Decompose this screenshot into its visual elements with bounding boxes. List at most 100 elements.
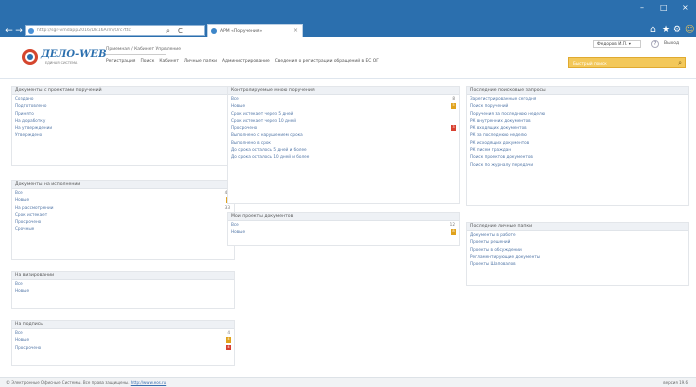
panel-signing: На подпись Все 4 Новые 4 Просрочено 4 [11,320,235,366]
reload-icon[interactable]: C [178,27,183,35]
panel-title: Последние поисковые запросы [467,87,688,95]
list-item[interactable]: Срок истекает через 10 дней [228,117,459,124]
list-item[interactable]: Регламентирующие документы [467,253,688,260]
list-item[interactable]: Принято [12,110,234,117]
list-item[interactable]: Проекты решений [467,238,688,245]
list-item[interactable]: Поручения за последнюю неделю [467,110,688,117]
list-item[interactable]: Выполнено в срок [228,139,459,146]
forward-icon[interactable]: → [14,26,24,36]
list-item[interactable]: Новые 5 [228,102,459,109]
close-window-icon[interactable]: × [682,3,689,13]
list-item[interactable]: До срока осталось 5 дней и более [228,146,459,153]
panel-title: Документы с проектами поручений [12,87,234,95]
list-item[interactable]: Поиск проектов документов [467,153,688,160]
menu-item-personal-folders[interactable]: Личные папки [184,59,217,67]
list-item[interactable]: Создано [12,95,234,102]
panel-personal-folders: Последние личные папки Документы в работ… [466,222,689,286]
main-menu: Регистрация Поиск Кабинет Личные папки А… [106,59,379,67]
site-icon [28,28,34,34]
list-item[interactable]: Просрочено 3 [228,124,459,131]
app-logo: ДЕЛО-WEB [41,49,107,60]
workplace-label[interactable]: Приемная / Кабинет Упрвление [106,47,181,55]
maximize-icon[interactable]: □ [660,3,668,13]
list-item[interactable]: РК исходящих документов [467,139,688,146]
list-item[interactable]: На доработку [12,117,234,124]
list-item[interactable]: Все 4 [12,329,234,336]
count-badge: 3 [451,125,456,131]
list-item[interactable]: Все44 [12,189,234,196]
list-item[interactable]: Новые11 [12,196,234,203]
list-item[interactable]: Новые [12,287,234,294]
count-badge: 5 [451,103,456,109]
list-item[interactable]: Документы в работе [467,231,688,238]
panel-approval: На визировании Все Новые [11,271,235,309]
list-item[interactable]: Проекты в обсуждении [467,246,688,253]
app-logo-subtitle: ЕДИНАЯ СИСТЕМА [45,61,78,65]
list-item[interactable]: Подготовлено [12,102,234,109]
logo-icon [22,49,38,65]
list-item[interactable]: Выполнено с нарушением срока [228,131,459,138]
browser-chrome: ← → http://sgr-vmdapp2016/Dk16Arm/Orc?tt… [0,0,696,37]
panel-projects: Мои проекты документов Все 12 Новые 8 [227,212,460,246]
list-item[interactable]: Срочные [12,225,234,232]
url-text: http://sgr-vmdapp2016/Dk16Arm/Orc?ttc [37,28,132,33]
list-item[interactable]: Поиск поручений [467,102,688,109]
smiley-icon[interactable]: ☺ [685,25,694,35]
menu-item-registration[interactable]: Регистрация [106,59,135,67]
browser-tab[interactable]: АРМ «Поручения» × [207,24,303,37]
panel-title: Контролируемые мною поручения [228,87,459,95]
list-item[interactable]: Просрочено [12,218,234,225]
panel-title: На визировании [12,272,234,280]
count-badge: 4 [226,337,231,343]
back-icon[interactable]: ← [4,26,14,36]
list-item[interactable]: Все [12,280,234,287]
list-item[interactable]: Проекты Шаповалов [467,260,688,267]
panel-title: Мои проекты документов [228,213,459,221]
menu-item-cabinet[interactable]: Кабинет [159,59,179,67]
list-item[interactable]: Новые 4 [12,336,234,343]
tab-favicon-icon [211,28,217,34]
menu-item-registration-info[interactable]: Сведения о регистрации обращений в ЕС ОГ [275,59,379,67]
count-badge: 4 [226,344,231,351]
footer-copyright: © Электронные Офисные Системы. Все права… [6,380,130,385]
list-item[interactable]: На утверждении [12,124,234,131]
search-icon[interactable]: ⌕ [678,59,682,68]
list-item[interactable]: РК внутренних документов [467,117,688,124]
list-item[interactable]: Срок истекает [12,211,234,218]
list-item[interactable]: РК писем граждан [467,146,688,153]
address-bar[interactable]: http://sgr-vmdapp2016/Dk16Arm/Orc?ttc ⌕ … [25,25,205,36]
help-icon[interactable]: ? [651,40,659,48]
list-item[interactable]: Просрочено 4 [12,344,234,351]
user-select[interactable]: Федоров И.П. ▾ [593,40,641,48]
quick-search-placeholder: Быстрый поиск [573,61,607,66]
panel-docs-exec: Документы на исполнении Все44 Новые11 На… [11,180,235,260]
list-item[interactable]: Срок истекает через 5 дней [228,110,459,117]
list-item[interactable]: Все 12 [228,221,459,228]
footer: © Электронные Офисные Системы. Все права… [0,377,696,387]
menu-item-administration[interactable]: Администрирование [222,59,270,67]
list-item[interactable]: Новые 8 [228,228,459,235]
list-item[interactable]: Зарегистрированные сегодня [467,95,688,102]
settings-gear-icon[interactable]: ⚙ [673,25,681,35]
favorites-star-icon[interactable]: ★ [662,25,670,35]
logout-link[interactable]: Выход [664,41,679,46]
panel-recent-search: Последние поисковые запросы Зарегистриро… [466,86,689,206]
list-item[interactable]: Утверждено [12,131,234,138]
address-search-icon[interactable]: ⌕ [166,27,170,35]
list-item[interactable]: РК за последнюю неделю [467,131,688,138]
quick-search-input[interactable]: Быстрый поиск ⌕ [568,57,686,68]
home-icon[interactable]: ⌂ [650,25,656,35]
list-item[interactable]: РК входящих документов [467,124,688,131]
list-item[interactable]: До срока осталось 10 дней и более [228,153,459,160]
footer-link[interactable]: http://www.eos.ru [131,380,166,385]
tab-title: АРМ «Поручения» [220,29,263,34]
list-item[interactable]: Поиск по журналу передачи [467,161,688,168]
menu-item-search[interactable]: Поиск [140,59,154,67]
list-item[interactable]: На рассмотрении 33 [12,204,234,211]
panel-controlled: Контролируемые мною поручения Все 8 Новые… [227,86,460,204]
list-item[interactable]: Все 8 [228,95,459,102]
count-badge: 8 [451,229,456,235]
minimize-icon[interactable]: – [640,3,644,13]
version-label: версия 19.6 [663,380,688,385]
tab-close-icon[interactable]: × [293,27,298,34]
